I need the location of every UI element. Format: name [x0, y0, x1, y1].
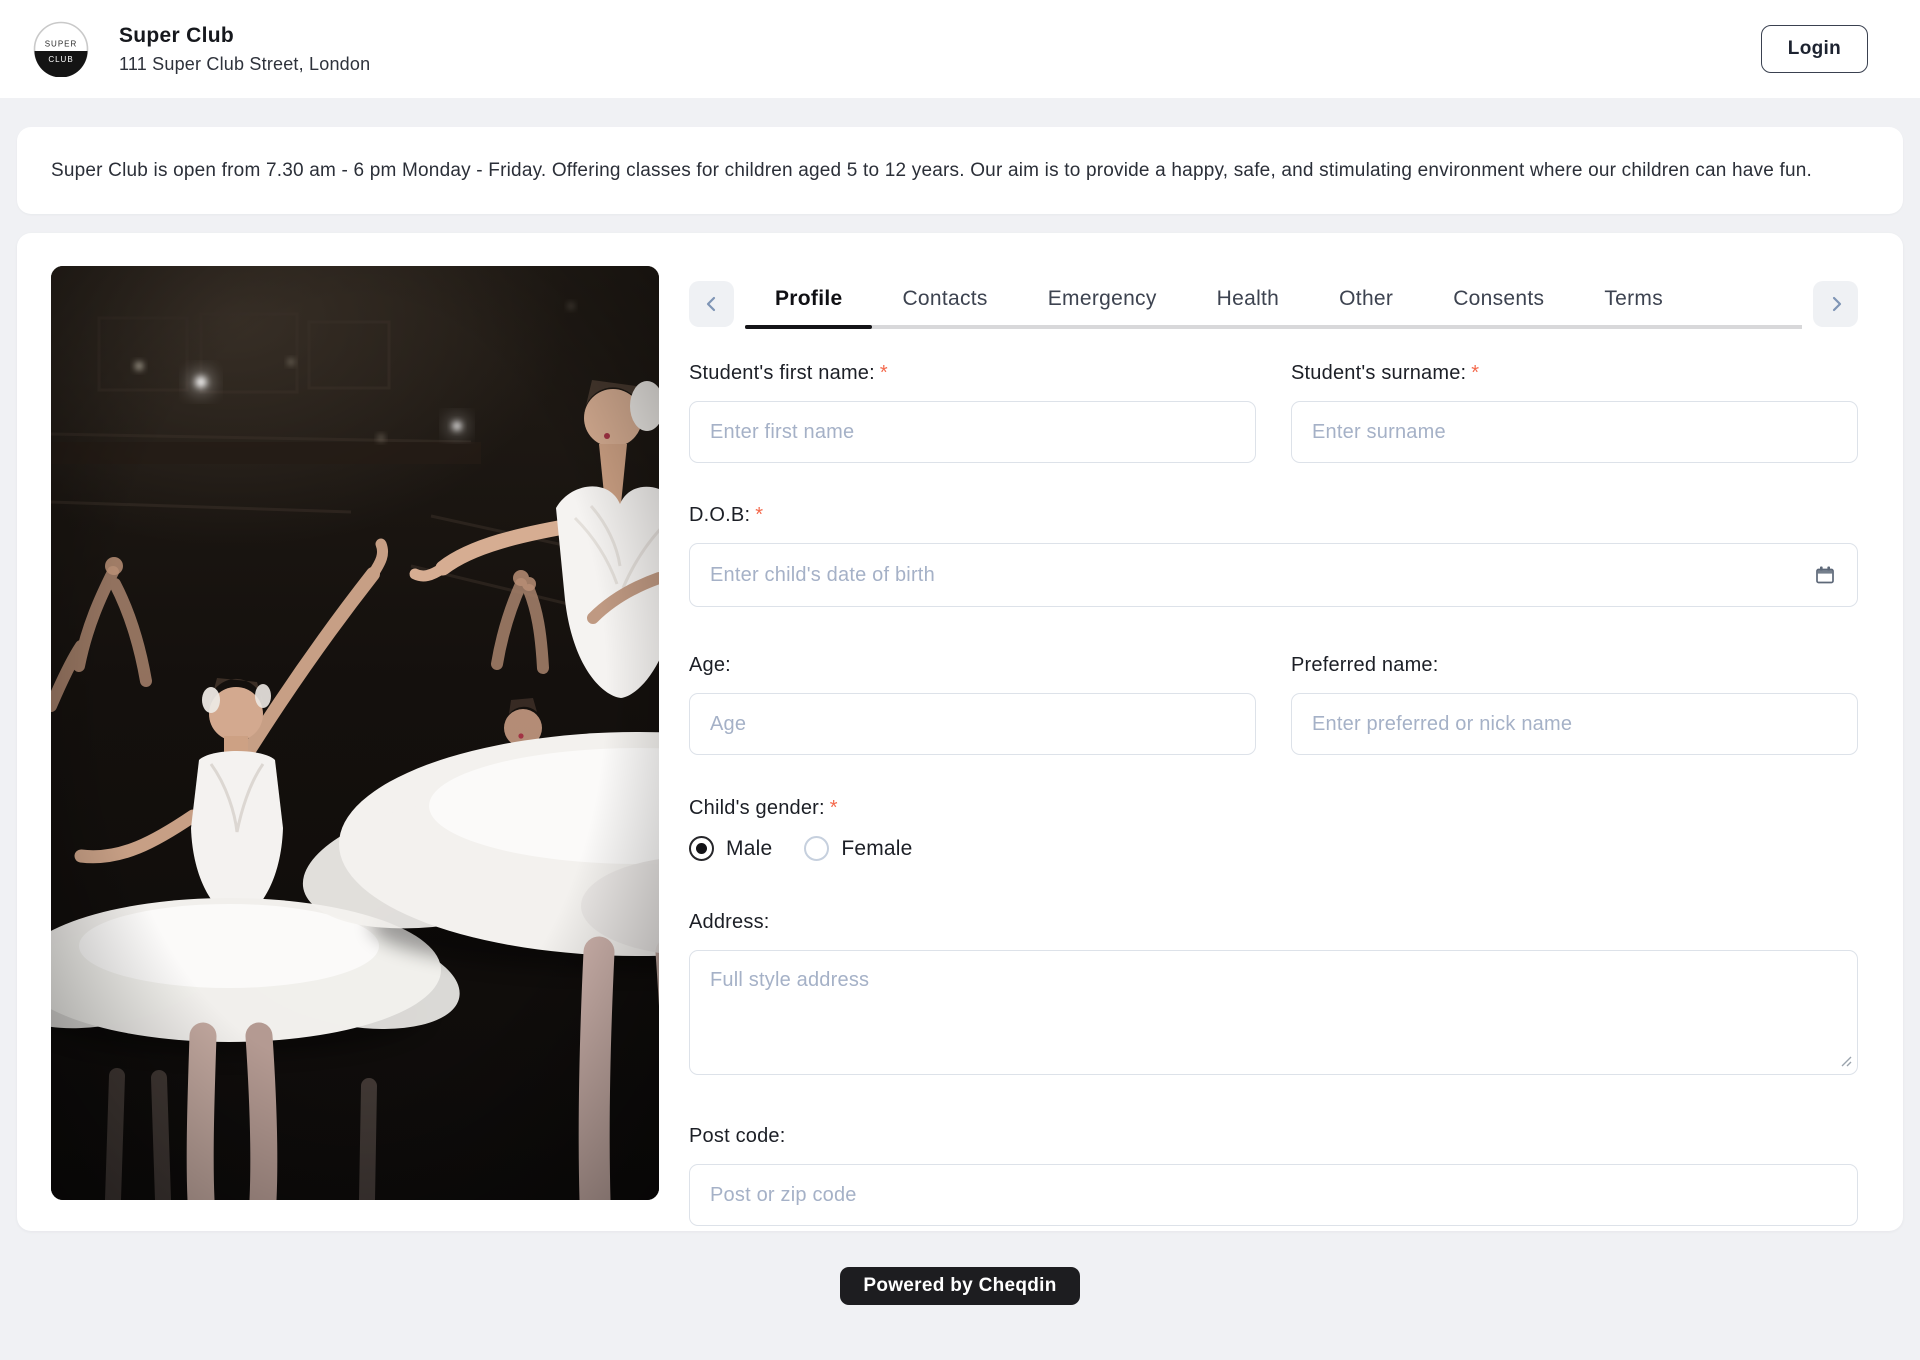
gender-label: Child's gender:* [689, 797, 1858, 820]
footer: Powered by Cheqdin [0, 1231, 1920, 1341]
club-name: Super Club [119, 24, 370, 48]
form-column: Profile Contacts Emergency Health Other … [689, 266, 1858, 1231]
tab-health[interactable]: Health [1187, 281, 1310, 325]
brand: SUPER CLUB Super Club 111 Super Club Str… [33, 21, 370, 77]
required-asterisk: * [880, 362, 888, 384]
preferred-name-input[interactable] [1291, 693, 1858, 755]
gender-option-male[interactable]: Male [689, 836, 772, 861]
post-code-input[interactable] [689, 1164, 1858, 1226]
female-radio-label: Female [841, 837, 912, 861]
registration-card: Profile Contacts Emergency Health Other … [17, 233, 1903, 1231]
surname-label: Student's surname:* [1291, 362, 1858, 385]
tab-emergency[interactable]: Emergency [1018, 281, 1187, 325]
gender-radio-group: Male Female [689, 836, 1858, 861]
club-photo [51, 266, 659, 1200]
tabs-row: Profile Contacts Emergency Health Other … [689, 281, 1858, 329]
dob-input[interactable] [689, 543, 1858, 607]
required-asterisk: * [830, 797, 838, 819]
chevron-left-icon [701, 293, 723, 315]
ballet-photo-illustration [51, 266, 659, 1200]
tab-other[interactable]: Other [1309, 281, 1423, 325]
surname-input[interactable] [1291, 401, 1858, 463]
male-radio-label: Male [726, 837, 772, 861]
age-input[interactable] [689, 693, 1256, 755]
brand-text: Super Club 111 Super Club Street, London [119, 24, 370, 75]
post-code-label: Post code: [689, 1125, 1858, 1148]
powered-by-badge[interactable]: Powered by Cheqdin [840, 1267, 1079, 1305]
logo-top-text: SUPER [45, 40, 78, 49]
profile-form: Student's first name:* Student's surname… [689, 362, 1858, 1226]
required-asterisk: * [755, 504, 763, 526]
male-radio-button[interactable] [689, 836, 714, 861]
tab-consents[interactable]: Consents [1423, 281, 1574, 325]
tabs-next-button[interactable] [1813, 281, 1858, 327]
header: SUPER CLUB Super Club 111 Super Club Str… [0, 0, 1920, 98]
tab-contacts[interactable]: Contacts [872, 281, 1017, 325]
logo-bottom-text: CLUB [48, 55, 73, 64]
welcome-banner-text: Super Club is open from 7.30 am - 6 pm M… [51, 153, 1861, 188]
gender-option-female[interactable]: Female [804, 836, 912, 861]
club-logo-icon: SUPER CLUB [33, 21, 89, 77]
preferred-name-label: Preferred name: [1291, 654, 1858, 677]
dob-label: D.O.B:* [689, 504, 1858, 527]
first-name-label: Student's first name:* [689, 362, 1256, 385]
calendar-icon[interactable] [1814, 564, 1836, 586]
address-label: Address: [689, 911, 1858, 934]
tabs-prev-button[interactable] [689, 281, 734, 327]
required-asterisk: * [1471, 362, 1479, 384]
tab-profile[interactable]: Profile [745, 281, 872, 325]
chevron-right-icon [1825, 293, 1847, 315]
club-address: 111 Super Club Street, London [119, 54, 370, 75]
tab-bar: Profile Contacts Emergency Health Other … [745, 281, 1802, 329]
resize-handle-icon[interactable] [1839, 1054, 1853, 1068]
first-name-input[interactable] [689, 401, 1256, 463]
welcome-banner: Super Club is open from 7.30 am - 6 pm M… [17, 127, 1903, 214]
login-button[interactable]: Login [1761, 25, 1868, 73]
female-radio-button[interactable] [804, 836, 829, 861]
address-textarea[interactable] [689, 950, 1858, 1075]
tab-terms[interactable]: Terms [1574, 281, 1693, 325]
age-label: Age: [689, 654, 1256, 677]
